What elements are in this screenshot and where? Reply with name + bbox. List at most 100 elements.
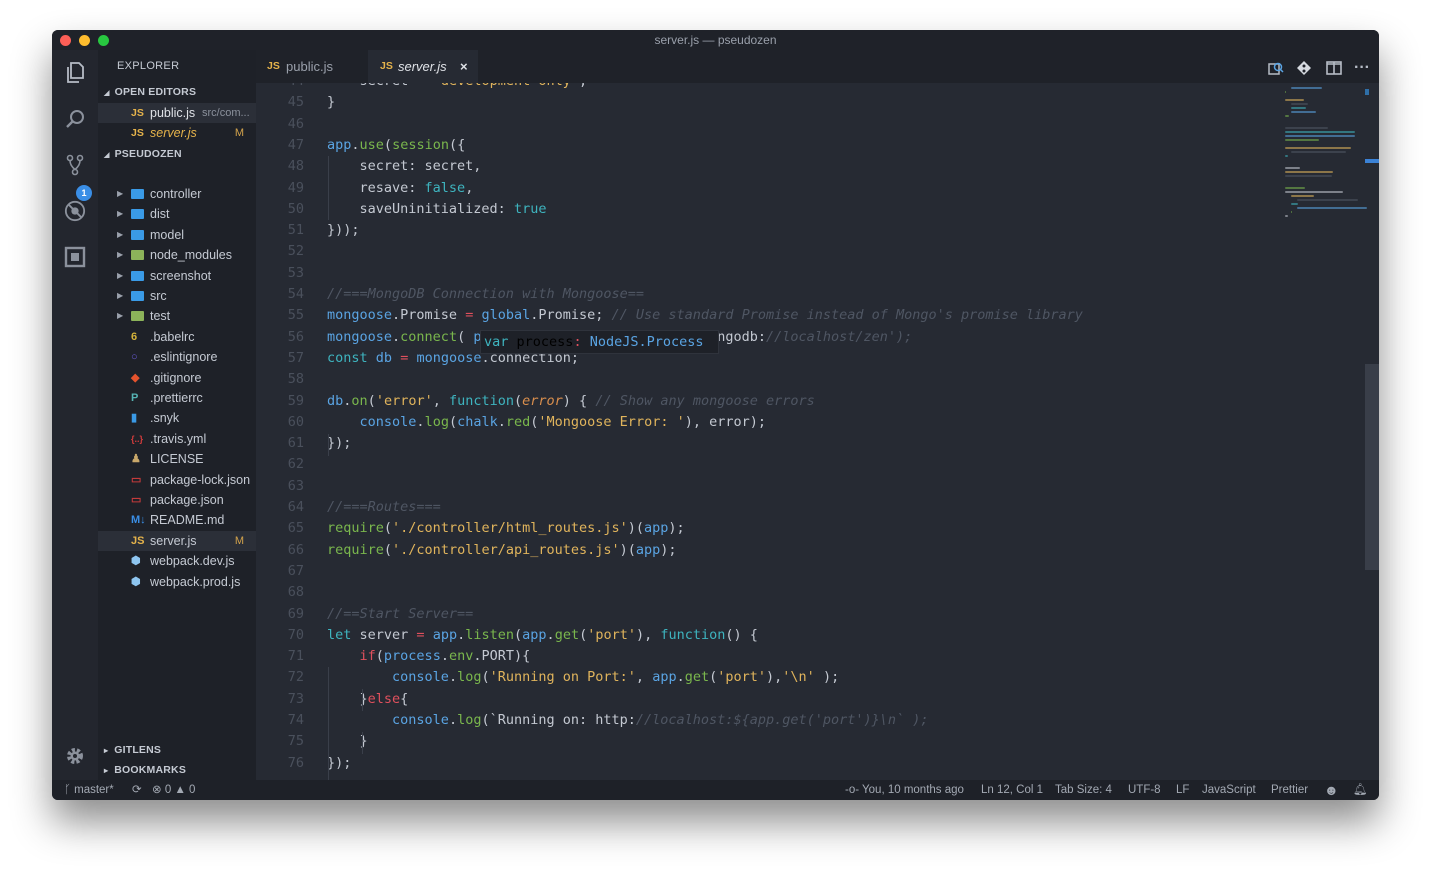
file-item[interactable]: ♟ LICENSE: [98, 449, 256, 469]
vertical-scrollbar[interactable]: [1365, 83, 1379, 780]
code-line[interactable]: if(process.env.PORT){: [327, 648, 531, 664]
debug-icon[interactable]: [64, 200, 86, 222]
code-line[interactable]: resave: false,: [327, 180, 474, 196]
tab-public-js[interactable]: JS public.js: [256, 50, 364, 83]
problems-status[interactable]: ⊗ 0 ▲ 0: [152, 780, 195, 800]
file-item[interactable]: ◆ .gitignore: [98, 368, 256, 388]
file-item[interactable]: {..} .travis.yml: [98, 429, 256, 449]
code-line[interactable]: app.use(session({: [327, 137, 465, 153]
code-line[interactable]: }: [327, 94, 335, 110]
code-line[interactable]: mongoose.Promise = global.Promise; // Us…: [327, 307, 1083, 323]
file-item[interactable]: 6 .babelrc: [98, 327, 256, 347]
item-label: controller: [150, 187, 202, 201]
code-line[interactable]: //===Routes===: [327, 499, 441, 515]
code-line[interactable]: require('./controller/html_routes.js')(a…: [327, 520, 685, 536]
minimap-line: [1285, 131, 1355, 133]
minimap-line: [1291, 211, 1293, 213]
branch-status[interactable]: ᚴ master*: [64, 780, 114, 800]
file-item[interactable]: JS server.js M: [98, 530, 256, 551]
open-editor-item[interactable]: JS public.js src/com...: [98, 103, 256, 123]
minimap-line: [1297, 207, 1367, 209]
split-editor-icon[interactable]: [1325, 59, 1343, 77]
file-item[interactable]: P .prettierrc: [98, 388, 256, 408]
line-number: 47: [287, 136, 304, 153]
folder-item[interactable]: ▶ screenshot: [98, 266, 256, 286]
code-line[interactable]: require('./controller/api_routes.js')(ap…: [327, 542, 677, 558]
open-editors-header[interactable]: ◢ OPEN EDITORS: [104, 86, 196, 98]
file-type-icon: ▭: [131, 473, 142, 486]
code-line[interactable]: let server = app.listen(app.get('port'),…: [327, 627, 758, 643]
close-tab-button[interactable]: ×: [460, 50, 468, 83]
folder-item[interactable]: ▶ test: [98, 306, 256, 326]
minimap-line: [1291, 195, 1315, 197]
file-item[interactable]: ⬢ webpack.dev.js: [98, 551, 256, 571]
cursor-position[interactable]: Ln 12, Col 1: [981, 780, 1043, 800]
file-item[interactable]: ⬢ webpack.prod.js: [98, 572, 256, 592]
expand-arrow-icon: ▶: [117, 250, 124, 260]
item-label: .prettierrc: [150, 391, 203, 405]
folder-item[interactable]: ▶ dist: [98, 204, 256, 224]
folder-item[interactable]: ▶ model: [98, 225, 256, 245]
folder-item[interactable]: ▶ src: [98, 286, 256, 306]
line-number: 69: [287, 605, 304, 622]
code-line[interactable]: saveUninitialized: true: [327, 201, 547, 217]
line-number: 73: [287, 690, 304, 707]
open-changes-icon[interactable]: [1267, 59, 1285, 77]
line-ending[interactable]: LF: [1176, 780, 1189, 800]
feedback-smiley-icon[interactable]: ☻: [1324, 780, 1339, 800]
code-editor[interactable]: 44 45 46 47 48 49 50 51 52 53 54 55 56 57 58 59 60 61 62 63…: [256, 83, 1379, 780]
encoding[interactable]: UTF-8: [1128, 780, 1161, 800]
indent-guide: [362, 732, 363, 754]
item-label: node_modules: [150, 248, 233, 263]
file-item[interactable]: ○ .eslintignore: [98, 347, 256, 367]
tab-size[interactable]: Tab Size: 4: [1055, 780, 1112, 800]
formatter-status[interactable]: Prettier: [1271, 780, 1308, 800]
folder-item[interactable]: ▶ node_modules: [98, 245, 256, 265]
bookmarks-section[interactable]: ▸ BOOKMARKS: [104, 764, 186, 776]
line-number: 48: [287, 158, 304, 175]
code-line[interactable]: //==Start Server==: [327, 606, 473, 622]
code-line[interactable]: secret = 'development-only';: [327, 83, 588, 89]
line-number: 76: [287, 754, 304, 771]
code-line[interactable]: //===MongoDB Connection with Mongoose==: [327, 286, 644, 302]
folder-item[interactable]: ▶ controller: [98, 184, 256, 204]
code-line[interactable]: }));: [327, 222, 360, 238]
minimap[interactable]: [1285, 83, 1367, 243]
open-editor-item[interactable]: JS server.js M: [98, 123, 256, 143]
code-line[interactable]: console.log(`Running on: http://localhos…: [327, 712, 928, 728]
tab-server-js[interactable]: JS server.js ×: [368, 50, 478, 83]
item-label: screenshot: [150, 268, 212, 283]
line-number: 70: [287, 626, 304, 643]
file-item[interactable]: ▭ package-lock.json: [98, 470, 256, 490]
git-compare-icon[interactable]: [1295, 59, 1313, 77]
language-mode[interactable]: JavaScript: [1202, 780, 1256, 800]
code-line[interactable]: console.log(chalk.red('Mongoose Error: '…: [327, 414, 766, 430]
sync-icon[interactable]: ⟳: [132, 780, 142, 800]
notifications-bell-icon[interactable]: 🔔︎: [1353, 780, 1368, 800]
file-item[interactable]: ▮ .snyk: [98, 408, 256, 428]
gear-icon[interactable]: [64, 745, 86, 767]
file-item[interactable]: M↓ README.md: [98, 510, 256, 530]
extensions-icon[interactable]: [64, 246, 86, 268]
project-header[interactable]: ◢ PSEUDOZEN: [104, 148, 182, 160]
code-line[interactable]: secret: secret,: [327, 158, 482, 174]
minimize-window-button[interactable]: [79, 35, 90, 46]
code-line[interactable]: });: [327, 435, 351, 451]
code-line[interactable]: });: [327, 755, 351, 771]
search-icon[interactable]: [64, 108, 86, 130]
code-line[interactable]: console.log('Running on Port:', app.get(…: [327, 669, 839, 685]
close-window-button[interactable]: [60, 35, 71, 46]
code-line[interactable]: db.on('error', function(error) { // Show…: [327, 393, 815, 409]
source-control-icon[interactable]: [64, 154, 86, 176]
file-type-icon: ◆: [131, 371, 140, 384]
more-actions-icon[interactable]: ···: [1353, 59, 1371, 77]
expand-arrow-icon: ▶: [117, 311, 124, 321]
files-icon[interactable]: [64, 62, 86, 84]
gitlens-section[interactable]: ▸ GITLENS: [104, 744, 161, 756]
file-type-icon: ♟: [131, 453, 141, 466]
git-blame-status[interactable]: -o- You, 10 months ago: [845, 780, 964, 800]
file-item[interactable]: ▭ package.json: [98, 490, 256, 510]
code-line[interactable]: }else{: [327, 691, 409, 707]
scrollbar-thumb[interactable]: [1365, 363, 1379, 570]
maximize-window-button[interactable]: [98, 35, 109, 46]
